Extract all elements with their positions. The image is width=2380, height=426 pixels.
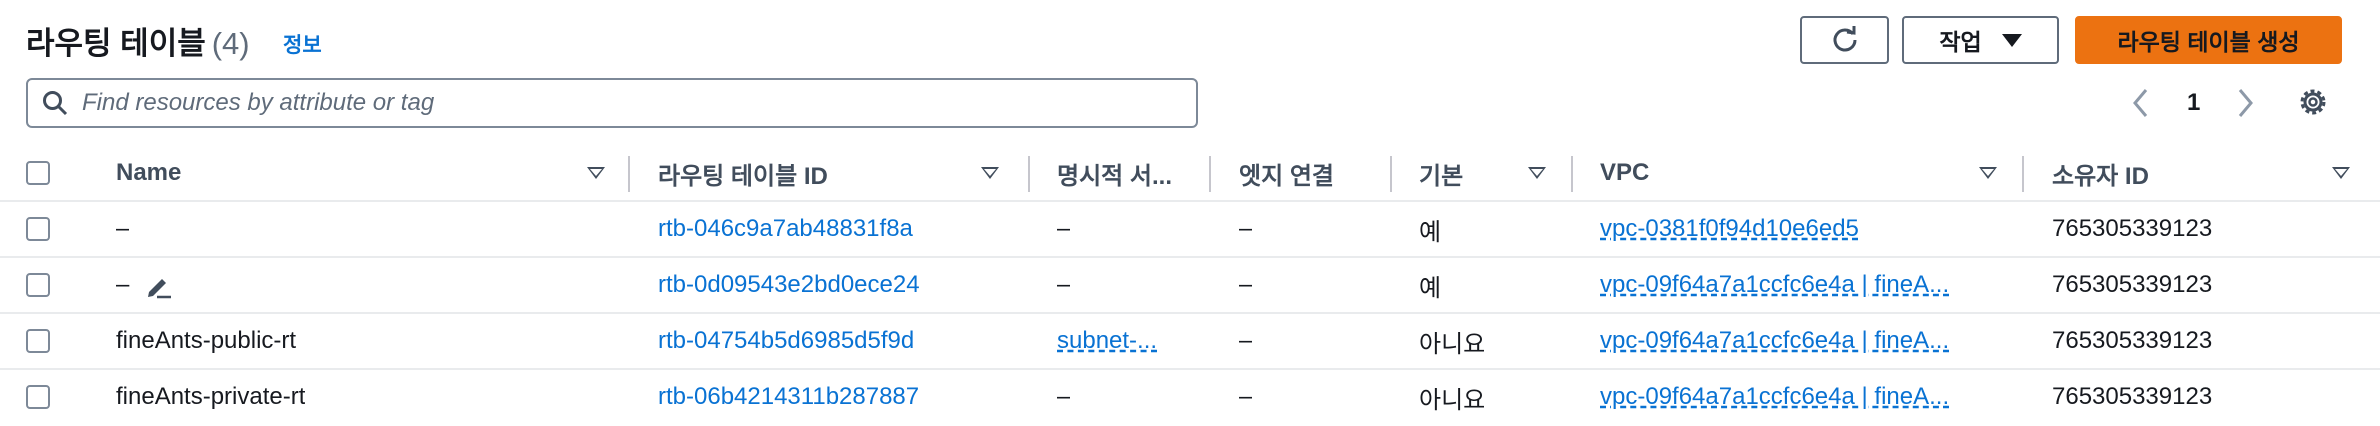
- cell-explicit-subnet: –: [1057, 383, 1071, 410]
- cell-owner-id: 765305339123: [2052, 271, 2213, 298]
- column-header-edge-association[interactable]: 엣지 연결: [1239, 146, 1334, 200]
- cell-vpc-link[interactable]: vpc-0381f0f94d10e6ed5: [1600, 202, 1995, 256]
- sort-icon[interactable]: [1528, 167, 1546, 179]
- cell-owner-id: 765305339123: [2052, 383, 2213, 410]
- column-divider[interactable]: [1571, 156, 1573, 192]
- gear-icon[interactable]: [2296, 85, 2330, 119]
- info-link[interactable]: 정보: [283, 29, 322, 59]
- row-checkbox[interactable]: [26, 217, 50, 241]
- column-header-vpc[interactable]: VPC: [1600, 146, 1649, 200]
- cell-explicit-subnet: –: [1057, 271, 1071, 298]
- cell-edge-association: –: [1239, 215, 1253, 242]
- cell-main: 예: [1419, 274, 1442, 302]
- column-divider[interactable]: [1390, 156, 1392, 192]
- select-all-checkbox[interactable]: [26, 161, 50, 185]
- sort-icon[interactable]: [587, 167, 605, 179]
- cell-name: fineAnts-private-rt: [116, 383, 306, 410]
- cell-name: –: [116, 215, 130, 242]
- cell-owner-id: 765305339123: [2052, 327, 2213, 354]
- cell-explicit-subnet: –: [1057, 215, 1071, 242]
- table-row[interactable]: fineAnts-private-rt rtb-06b4214311b28788…: [0, 370, 2380, 426]
- cell-name-text: –: [116, 271, 130, 298]
- column-header-explicit-subnet[interactable]: 명시적 서...: [1057, 146, 1172, 200]
- table-row[interactable]: fineAnts-public-rt rtb-04754b5d6985d5f9d…: [0, 314, 2380, 370]
- edit-icon[interactable]: [143, 270, 173, 300]
- refresh-button[interactable]: [1800, 16, 1889, 64]
- row-checkbox[interactable]: [26, 385, 50, 409]
- current-page-number[interactable]: 1: [2187, 89, 2200, 117]
- table-row[interactable]: – rtb-0d09543e2bd0ece24 – – 예 vpc-09f64a…: [0, 258, 2380, 314]
- cell-vpc-link[interactable]: vpc-09f64a7a1ccfc6e4a | fineA...: [1600, 258, 1995, 312]
- table-row[interactable]: – rtb-046c9a7ab48831f8a – – 예 vpc-0381f0…: [0, 202, 2380, 258]
- cell-vpc-link[interactable]: vpc-09f64a7a1ccfc6e4a | fineA...: [1600, 370, 1995, 424]
- resource-count: (4): [211, 26, 250, 61]
- table-header-row: Name 라우팅 테이블 ID 명시적 서... 엣지 연결 기본 VPC 소유…: [0, 146, 2380, 202]
- sort-icon[interactable]: [981, 167, 999, 179]
- column-header-rtb-id[interactable]: 라우팅 테이블 ID: [658, 146, 828, 200]
- cell-name: –: [116, 258, 173, 312]
- row-checkbox[interactable]: [26, 329, 50, 353]
- column-divider[interactable]: [1028, 156, 1030, 192]
- column-divider[interactable]: [628, 156, 630, 192]
- cell-main: 아니요: [1419, 386, 1486, 414]
- cell-rtb-id-link[interactable]: rtb-046c9a7ab48831f8a: [658, 202, 913, 256]
- sort-icon[interactable]: [2332, 167, 2350, 179]
- cell-rtb-id-link[interactable]: rtb-04754b5d6985d5f9d: [658, 314, 914, 368]
- chevron-right-icon[interactable]: [2234, 86, 2256, 120]
- caret-down-icon: [2001, 33, 2022, 47]
- search-input[interactable]: [80, 88, 1164, 118]
- chevron-left-icon[interactable]: [2130, 86, 2152, 120]
- refresh-icon: [1833, 26, 1856, 52]
- cell-vpc-link[interactable]: vpc-09f64a7a1ccfc6e4a | fineA...: [1600, 314, 1995, 368]
- column-header-owner-id[interactable]: 소유자 ID: [2052, 146, 2149, 200]
- row-checkbox[interactable]: [26, 273, 50, 297]
- cell-explicit-subnet-link[interactable]: subnet-...: [1057, 314, 1157, 368]
- cell-edge-association: –: [1239, 383, 1253, 410]
- cell-rtb-id-link[interactable]: rtb-0d09543e2bd0ece24: [658, 258, 920, 312]
- actions-dropdown-button[interactable]: 작업: [1902, 16, 2059, 64]
- page-title: 라우팅 테이블 (4): [26, 18, 250, 63]
- cell-main: 아니요: [1419, 330, 1486, 358]
- column-divider[interactable]: [2022, 156, 2024, 192]
- column-divider[interactable]: [1209, 156, 1211, 192]
- cell-edge-association: –: [1239, 327, 1253, 354]
- cell-owner-id: 765305339123: [2052, 215, 2213, 242]
- column-header-name[interactable]: Name: [116, 146, 181, 200]
- page-title-text: 라우팅 테이블: [26, 26, 206, 61]
- cell-main: 예: [1419, 218, 1442, 246]
- search-field[interactable]: [26, 78, 1198, 128]
- column-header-main[interactable]: 기본: [1419, 146, 1463, 200]
- cell-name: fineAnts-public-rt: [116, 327, 297, 354]
- sort-icon[interactable]: [1979, 167, 1997, 179]
- create-route-table-button[interactable]: 라우팅 테이블 생성: [2075, 16, 2342, 64]
- actions-label: 작업: [1939, 29, 1982, 55]
- cell-edge-association: –: [1239, 271, 1253, 298]
- search-icon: [43, 91, 68, 116]
- cell-rtb-id-link[interactable]: rtb-06b4214311b287887: [658, 370, 919, 424]
